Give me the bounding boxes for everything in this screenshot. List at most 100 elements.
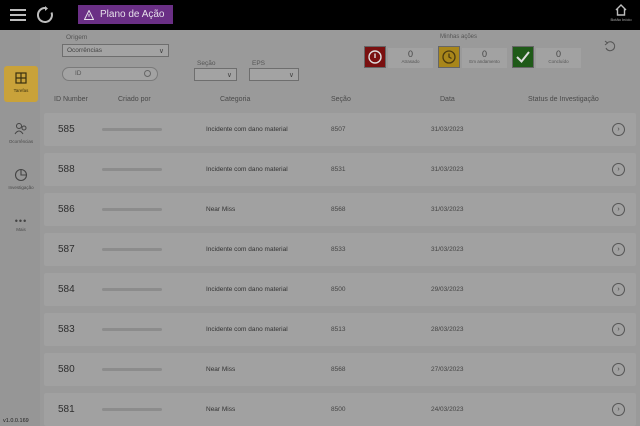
row-category: Near Miss xyxy=(206,206,236,213)
origem-select-value: Ocorrências xyxy=(67,47,103,54)
row-id: 586 xyxy=(58,204,75,215)
table-row[interactable]: 581 Near Miss 8500 24/03/2023 › xyxy=(44,393,636,426)
row-id: 581 xyxy=(58,404,75,415)
row-date: 31/03/2023 xyxy=(431,166,464,173)
chevron-down-icon: ∨ xyxy=(226,72,232,79)
in-progress-caption: Em andamento xyxy=(469,59,500,64)
secao-label: Seção xyxy=(197,60,216,67)
secao-select[interactable]: ∨ xyxy=(194,68,237,81)
row-created-by-redacted xyxy=(102,128,162,131)
row-category: Near Miss xyxy=(206,406,236,413)
table-row[interactable]: 584 Incidente com dano material 8500 29/… xyxy=(44,273,636,306)
app-title: Plano de Ação xyxy=(78,5,173,24)
row-category: Incidente com dano material xyxy=(206,246,288,253)
clock-icon xyxy=(442,50,456,64)
eps-label: EPS xyxy=(252,60,266,67)
row-section: 8568 xyxy=(331,366,346,373)
row-date: 31/03/2023 xyxy=(431,206,464,213)
search-icon xyxy=(144,70,151,77)
header-categoria: Categoria xyxy=(220,96,251,103)
chevron-right-icon[interactable]: › xyxy=(612,363,625,376)
table-row[interactable]: 587 Incidente com dano material 8533 31/… xyxy=(44,233,636,266)
header-criado-por: Criado por xyxy=(118,96,151,103)
undo-icon[interactable] xyxy=(604,40,616,52)
overdue-card-icon[interactable] xyxy=(364,46,386,68)
row-id: 588 xyxy=(58,164,75,175)
origem-select[interactable]: Ocorrências ∨ xyxy=(62,44,169,57)
sidebar-item-mais[interactable]: ••• Mais xyxy=(4,214,38,250)
in-progress-card[interactable]: 0 Em andamento xyxy=(462,48,507,68)
row-category: Near Miss xyxy=(206,366,236,373)
sidebar-item-label: Tarefas xyxy=(13,88,29,93)
overdue-caption: Atrasado xyxy=(401,59,420,64)
row-created-by-redacted xyxy=(102,288,162,291)
home-label: Botão Início xyxy=(610,17,632,22)
row-category: Incidente com dano material xyxy=(206,286,288,293)
header-status-investigacao: Status de Investigação xyxy=(528,96,599,103)
origem-label: Origem xyxy=(66,34,88,41)
row-created-by-redacted xyxy=(102,168,162,171)
search-placeholder: ID xyxy=(75,70,82,77)
home-icon xyxy=(615,4,627,16)
row-created-by-redacted xyxy=(102,248,162,251)
header-data: Data xyxy=(440,96,455,103)
header-id-number: ID Number xyxy=(54,96,88,103)
chevron-right-icon[interactable]: › xyxy=(612,123,625,136)
my-actions-title: Minhas ações xyxy=(440,34,478,40)
in-progress-count: 0 xyxy=(481,49,487,59)
chevron-down-icon: ∨ xyxy=(158,48,164,55)
refresh-icon[interactable] xyxy=(36,6,54,24)
check-icon xyxy=(516,51,530,64)
version-label: v1.0.0.169 xyxy=(3,418,29,424)
row-created-by-redacted xyxy=(102,208,162,211)
chevron-right-icon[interactable]: › xyxy=(612,163,625,176)
row-date: 31/03/2023 xyxy=(431,246,464,253)
row-id: 580 xyxy=(58,364,75,375)
row-section: 8507 xyxy=(331,126,346,133)
chevron-right-icon[interactable]: › xyxy=(612,323,625,336)
sidebar: Tarefas Ocorrências Investigação ••• Mai… xyxy=(0,30,40,426)
table-row[interactable]: 580 Near Miss 8568 27/03/2023 › xyxy=(44,353,636,386)
chevron-right-icon[interactable]: › xyxy=(612,283,625,296)
chevron-right-icon[interactable]: › xyxy=(612,403,625,416)
row-id: 583 xyxy=(58,324,75,335)
done-count: 0 xyxy=(555,49,561,59)
row-section: 8533 xyxy=(331,246,346,253)
done-card[interactable]: 0 Concluído xyxy=(536,48,581,68)
table-row[interactable]: 586 Near Miss 8568 31/03/2023 › xyxy=(44,193,636,226)
row-id: 587 xyxy=(58,244,75,255)
row-date: 27/03/2023 xyxy=(431,366,464,373)
row-date: 24/03/2023 xyxy=(431,406,464,413)
people-icon xyxy=(14,123,27,135)
top-bar: Plano de Ação Botão Início xyxy=(0,0,640,30)
eps-select[interactable]: ∨ xyxy=(249,68,299,81)
in-progress-card-icon[interactable] xyxy=(438,46,460,68)
warning-flask-icon xyxy=(84,9,94,20)
more-dots-icon: ••• xyxy=(14,216,28,226)
hamburger-menu-icon[interactable] xyxy=(10,9,26,21)
row-section: 8568 xyxy=(331,206,346,213)
home-button[interactable]: Botão Início xyxy=(606,4,636,28)
row-created-by-redacted xyxy=(102,328,162,331)
chevron-right-icon[interactable]: › xyxy=(612,243,625,256)
search-input[interactable]: ID xyxy=(62,67,158,81)
row-id: 584 xyxy=(58,284,75,295)
sidebar-item-ocorrencias[interactable]: Ocorrências xyxy=(4,118,38,154)
sidebar-item-tarefas[interactable]: Tarefas xyxy=(4,66,38,102)
overdue-card[interactable]: 0 Atrasado xyxy=(388,48,433,68)
sidebar-item-label: Mais xyxy=(16,227,26,232)
done-card-icon[interactable] xyxy=(512,46,534,68)
chevron-right-icon[interactable]: › xyxy=(612,203,625,216)
sidebar-item-investigacao[interactable]: Investigação xyxy=(4,164,38,200)
sidebar-item-label: Investigação xyxy=(8,185,34,190)
table-row[interactable]: 585 Incidente com dano material 8507 31/… xyxy=(44,113,636,146)
row-date: 28/03/2023 xyxy=(431,326,464,333)
table-row[interactable]: 588 Incidente com dano material 8531 31/… xyxy=(44,153,636,186)
pie-chart-icon xyxy=(14,168,28,182)
row-created-by-redacted xyxy=(102,368,162,371)
row-category: Incidente com dano material xyxy=(206,166,288,173)
table-row[interactable]: 583 Incidente com dano material 8513 28/… xyxy=(44,313,636,346)
stop-icon xyxy=(368,50,382,64)
row-section: 8513 xyxy=(331,326,346,333)
done-caption: Concluído xyxy=(548,59,569,64)
